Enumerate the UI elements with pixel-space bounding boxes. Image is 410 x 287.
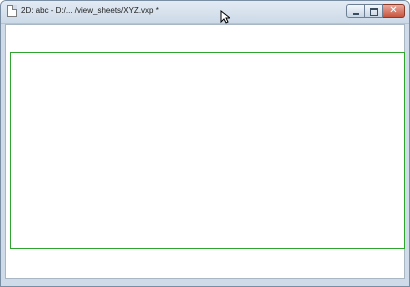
maximize-button[interactable]	[365, 4, 383, 18]
close-button[interactable]: ✕	[383, 4, 405, 18]
window-title: 2D: abc - D:/... /view_sheets/XYZ.vxp *	[21, 6, 159, 15]
app-window: 2D: abc - D:/... /view_sheets/XYZ.vxp * …	[0, 0, 410, 287]
document-icon[interactable]	[7, 5, 17, 17]
mouse-cursor-icon	[220, 10, 230, 24]
sheet-border	[10, 52, 405, 249]
close-icon: ✕	[389, 5, 398, 16]
maximize-icon	[365, 5, 382, 17]
title-bar[interactable]: 2D: abc - D:/... /view_sheets/XYZ.vxp * …	[1, 1, 409, 24]
minimize-button[interactable]	[346, 4, 365, 18]
drawing-canvas[interactable]	[5, 24, 405, 279]
minimize-icon	[347, 5, 364, 17]
